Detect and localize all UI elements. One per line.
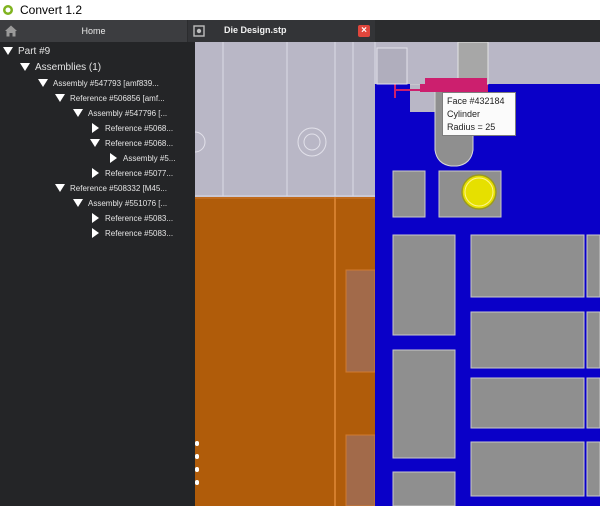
app-title: Convert 1.2 xyxy=(20,3,83,17)
tree-item[interactable]: Assembly #547796 [... xyxy=(73,105,167,121)
expand-triangle-icon[interactable] xyxy=(90,213,100,223)
expand-triangle-icon[interactable] xyxy=(108,153,118,163)
tree-item[interactable]: Assembly #5... xyxy=(108,150,175,166)
tree-item-assemblies[interactable]: Assemblies (1) xyxy=(20,59,101,75)
3d-viewport[interactable] xyxy=(195,42,600,506)
orange-insert-2 xyxy=(345,434,376,506)
collapse-triangle-icon[interactable] xyxy=(73,108,83,118)
tree-item[interactable]: Reference #508332 [M45... xyxy=(55,180,167,196)
tooltip-face: Face #432184 xyxy=(447,96,505,106)
home-icon xyxy=(5,25,17,37)
tree-item[interactable]: Assembly #547793 [amf839... xyxy=(38,75,159,91)
tree-item[interactable]: Reference #5083... xyxy=(90,210,173,226)
gear-button[interactable] xyxy=(188,20,210,42)
tab-die-design-label: Die Design.stp xyxy=(224,25,287,35)
collapse-triangle-icon[interactable] xyxy=(20,62,30,72)
tab-die-design[interactable]: Die Design.stp × xyxy=(210,20,375,42)
collapse-triangle-icon[interactable] xyxy=(55,93,65,103)
expand-triangle-icon[interactable] xyxy=(90,228,100,238)
title-bar: Convert 1.2 xyxy=(0,0,600,20)
cad-model[interactable] xyxy=(195,42,600,506)
collapse-triangle-icon[interactable] xyxy=(90,138,100,148)
collapse-triangle-icon[interactable] xyxy=(3,46,13,56)
collapse-triangle-icon[interactable] xyxy=(38,78,48,88)
splitter-handle[interactable] xyxy=(194,440,200,486)
tree-item[interactable]: Reference #5068... xyxy=(90,135,173,151)
tab-home-label: Home xyxy=(81,26,106,36)
tree-item[interactable]: Reference #506856 [amf... xyxy=(55,90,165,106)
tree-item[interactable]: Reference #5068... xyxy=(90,120,173,136)
orange-insert-1 xyxy=(345,269,376,373)
tab-home[interactable]: Home xyxy=(0,20,187,42)
tree-item[interactable]: Reference #5077... xyxy=(90,165,173,181)
collapse-triangle-icon[interactable] xyxy=(73,198,83,208)
tree-item[interactable]: Assembly #551076 [... xyxy=(73,195,167,211)
expand-triangle-icon[interactable] xyxy=(90,168,100,178)
expand-triangle-icon[interactable] xyxy=(90,123,100,133)
highlighted-face xyxy=(461,174,497,210)
app-logo-icon xyxy=(3,5,13,15)
tree-item-part[interactable]: Part #9 xyxy=(3,43,50,59)
gear-icon xyxy=(193,25,205,37)
tab-bar: Home Die Design.stp × xyxy=(0,20,600,42)
tooltip-radius: Radius = 25 xyxy=(447,122,496,132)
face-info-tooltip: Face #432184 Cylinder Radius = 25 xyxy=(442,92,516,136)
close-icon[interactable]: × xyxy=(358,25,370,37)
tooltip-type: Cylinder xyxy=(447,109,481,119)
tree-item[interactable]: Reference #5083... xyxy=(90,225,173,241)
model-tree: Part #9 Assemblies (1) Assembly #547793 … xyxy=(0,42,195,506)
collapse-triangle-icon[interactable] xyxy=(55,183,65,193)
